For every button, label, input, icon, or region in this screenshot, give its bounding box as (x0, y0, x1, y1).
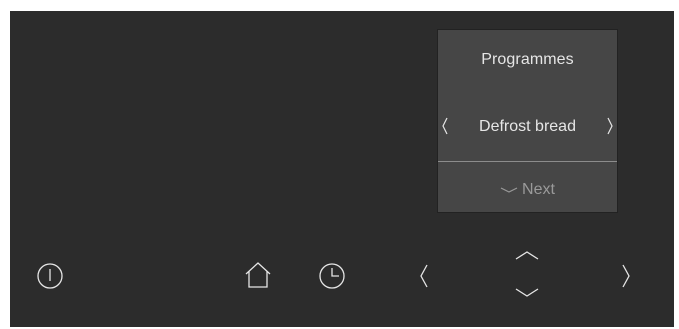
timer-button[interactable] (312, 256, 352, 296)
nav-right-button[interactable] (612, 257, 640, 295)
home-button[interactable] (238, 255, 278, 295)
programme-selection: Defrost bread (479, 118, 576, 135)
chevron-down-icon (515, 288, 539, 297)
chevron-right-icon (607, 117, 613, 135)
power-button[interactable] (30, 256, 70, 296)
control-panel: Programmes Defrost bread Next (10, 11, 674, 327)
display-next-button[interactable] (603, 112, 617, 140)
home-icon (245, 262, 271, 288)
nav-down-button[interactable] (508, 283, 546, 303)
nav-up-button[interactable] (508, 245, 546, 265)
chevron-down-icon (500, 187, 518, 193)
chevron-up-icon (515, 251, 539, 260)
next-label: Next (522, 181, 555, 198)
display-screen: Programmes Defrost bread Next (437, 29, 618, 213)
chevron-right-icon (622, 264, 630, 288)
chevron-left-icon (420, 264, 428, 288)
display-title: Programmes (481, 51, 574, 68)
next-button[interactable]: Next (438, 178, 617, 202)
nav-left-button[interactable] (410, 257, 438, 295)
display-divider (438, 161, 617, 162)
power-icon (37, 263, 63, 289)
clock-icon (319, 263, 345, 289)
